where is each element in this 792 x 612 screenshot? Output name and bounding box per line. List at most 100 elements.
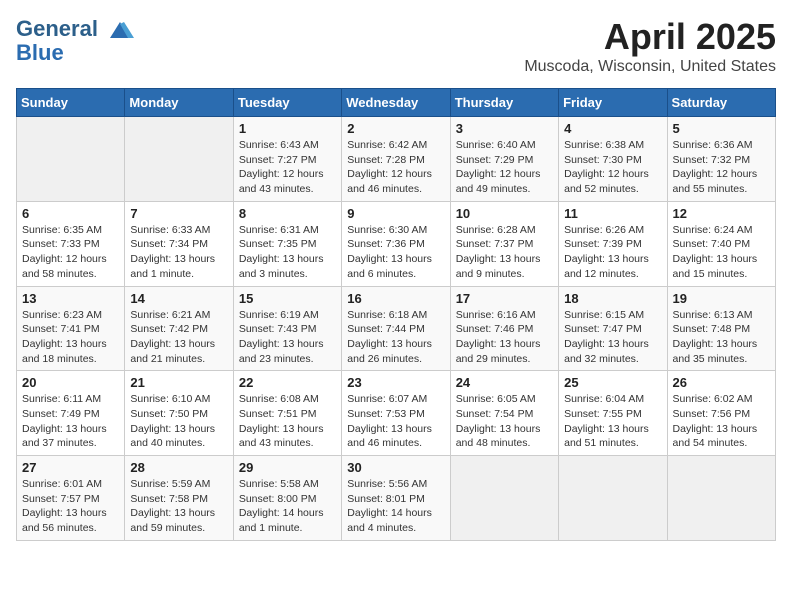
calendar-cell: 18 Sunrise: 6:15 AM Sunset: 7:47 PM Dayli… (559, 286, 667, 371)
day-info: Sunrise: 6:13 AM Sunset: 7:48 PM Dayligh… (673, 308, 770, 367)
day-number: 23 (347, 375, 444, 390)
day-info: Sunrise: 6:24 AM Sunset: 7:40 PM Dayligh… (673, 223, 770, 282)
calendar-cell: 5 Sunrise: 6:36 AM Sunset: 7:32 PM Daylig… (667, 117, 775, 202)
calendar-cell: 8 Sunrise: 6:31 AM Sunset: 7:35 PM Daylig… (233, 201, 341, 286)
day-info: Sunrise: 6:42 AM Sunset: 7:28 PM Dayligh… (347, 138, 444, 197)
day-number: 24 (456, 375, 553, 390)
calendar-cell: 26 Sunrise: 6:02 AM Sunset: 7:56 PM Dayli… (667, 371, 775, 456)
day-number: 19 (673, 291, 770, 306)
calendar-cell: 17Sunrise: 6:16 AM Sunset: 7:46 PM Dayli… (450, 286, 558, 371)
day-info: Sunrise: 6:36 AM Sunset: 7:32 PM Dayligh… (673, 138, 770, 197)
calendar-cell: 12 Sunrise: 6:24 AM Sunset: 7:40 PM Dayli… (667, 201, 775, 286)
day-number: 5 (673, 121, 770, 136)
calendar-cell: 29 Sunrise: 5:58 AM Sunset: 8:00 PM Dayli… (233, 456, 341, 541)
day-info: Sunrise: 6:05 AM Sunset: 7:54 PM Dayligh… (456, 392, 553, 451)
day-info: Sunrise: 6:18 AM Sunset: 7:44 PM Dayligh… (347, 308, 444, 367)
calendar-cell: 22 Sunrise: 6:08 AM Sunset: 7:51 PM Dayli… (233, 371, 341, 456)
day-info: Sunrise: 6:02 AM Sunset: 7:56 PM Dayligh… (673, 392, 770, 451)
day-number: 25 (564, 375, 661, 390)
day-number: 14 (130, 291, 227, 306)
day-number: 27 (22, 460, 119, 475)
calendar-cell: 19 Sunrise: 6:13 AM Sunset: 7:48 PM Dayli… (667, 286, 775, 371)
calendar-cell: 3 Sunrise: 6:40 AM Sunset: 7:29 PM Daylig… (450, 117, 558, 202)
calendar-cell: 15 Sunrise: 6:19 AM Sunset: 7:43 PM Dayli… (233, 286, 341, 371)
day-info: Sunrise: 5:58 AM Sunset: 8:00 PM Dayligh… (239, 477, 336, 536)
day-info: Sunrise: 6:04 AM Sunset: 7:55 PM Dayligh… (564, 392, 661, 451)
day-number: 9 (347, 206, 444, 221)
calendar-cell: 4Sunrise: 6:38 AM Sunset: 7:30 PM Daylig… (559, 117, 667, 202)
calendar-cell: 6 Sunrise: 6:35 AM Sunset: 7:33 PM Daylig… (17, 201, 125, 286)
day-number: 16 (347, 291, 444, 306)
calendar-cell (17, 117, 125, 202)
day-info: Sunrise: 6:21 AM Sunset: 7:42 PM Dayligh… (130, 308, 227, 367)
calendar-cell (450, 456, 558, 541)
day-info: Sunrise: 6:19 AM Sunset: 7:43 PM Dayligh… (239, 308, 336, 367)
day-number: 7 (130, 206, 227, 221)
day-number: 3 (456, 121, 553, 136)
day-info: Sunrise: 6:07 AM Sunset: 7:53 PM Dayligh… (347, 392, 444, 451)
calendar-cell: 1 Sunrise: 6:43 AM Sunset: 7:27 PM Daylig… (233, 117, 341, 202)
day-number: 11 (564, 206, 661, 221)
day-info: Sunrise: 6:01 AM Sunset: 7:57 PM Dayligh… (22, 477, 119, 536)
day-number: 20 (22, 375, 119, 390)
calendar-cell: 14 Sunrise: 6:21 AM Sunset: 7:42 PM Dayli… (125, 286, 233, 371)
day-info: Sunrise: 6:15 AM Sunset: 7:47 PM Dayligh… (564, 308, 661, 367)
calendar-cell: 25 Sunrise: 6:04 AM Sunset: 7:55 PM Dayli… (559, 371, 667, 456)
day-number: 2 (347, 121, 444, 136)
day-number: 15 (239, 291, 336, 306)
day-info: Sunrise: 6:30 AM Sunset: 7:36 PM Dayligh… (347, 223, 444, 282)
day-number: 6 (22, 206, 119, 221)
calendar-cell: 9 Sunrise: 6:30 AM Sunset: 7:36 PM Daylig… (342, 201, 450, 286)
location-title: Muscoda, Wisconsin, United States (524, 58, 776, 76)
day-info: Sunrise: 6:31 AM Sunset: 7:35 PM Dayligh… (239, 223, 336, 282)
day-number: 30 (347, 460, 444, 475)
day-number: 21 (130, 375, 227, 390)
day-number: 17 (456, 291, 553, 306)
calendar-cell: 2 Sunrise: 6:42 AM Sunset: 7:28 PM Daylig… (342, 117, 450, 202)
day-info: Sunrise: 6:28 AM Sunset: 7:37 PM Dayligh… (456, 223, 553, 282)
weekday-header-thursday: Thursday (450, 89, 558, 117)
day-info: Sunrise: 6:43 AM Sunset: 7:27 PM Dayligh… (239, 138, 336, 197)
weekday-header-sunday: Sunday (17, 89, 125, 117)
day-number: 1 (239, 121, 336, 136)
calendar-cell: 11Sunrise: 6:26 AM Sunset: 7:39 PM Dayli… (559, 201, 667, 286)
day-info: Sunrise: 6:40 AM Sunset: 7:29 PM Dayligh… (456, 138, 553, 197)
calendar-cell (125, 117, 233, 202)
day-info: Sunrise: 6:38 AM Sunset: 7:30 PM Dayligh… (564, 138, 661, 197)
day-number: 29 (239, 460, 336, 475)
day-number: 18 (564, 291, 661, 306)
day-info: Sunrise: 6:35 AM Sunset: 7:33 PM Dayligh… (22, 223, 119, 282)
day-number: 28 (130, 460, 227, 475)
day-info: Sunrise: 6:10 AM Sunset: 7:50 PM Dayligh… (130, 392, 227, 451)
calendar-cell: 20 Sunrise: 6:11 AM Sunset: 7:49 PM Dayli… (17, 371, 125, 456)
calendar-table: SundayMondayTuesdayWednesdayThursdayFrid… (16, 88, 776, 541)
logo: General Blue (16, 16, 134, 66)
day-info: Sunrise: 6:08 AM Sunset: 7:51 PM Dayligh… (239, 392, 336, 451)
weekday-header-monday: Monday (125, 89, 233, 117)
day-number: 8 (239, 206, 336, 221)
weekday-header-saturday: Saturday (667, 89, 775, 117)
calendar-cell (667, 456, 775, 541)
day-number: 13 (22, 291, 119, 306)
month-title: April 2025 (524, 16, 776, 58)
calendar-cell: 24 Sunrise: 6:05 AM Sunset: 7:54 PM Dayli… (450, 371, 558, 456)
day-number: 22 (239, 375, 336, 390)
calendar-cell: 13 Sunrise: 6:23 AM Sunset: 7:41 PM Dayli… (17, 286, 125, 371)
day-info: Sunrise: 6:11 AM Sunset: 7:49 PM Dayligh… (22, 392, 119, 451)
day-number: 10 (456, 206, 553, 221)
day-info: Sunrise: 5:59 AM Sunset: 7:58 PM Dayligh… (130, 477, 227, 536)
calendar-cell: 16 Sunrise: 6:18 AM Sunset: 7:44 PM Dayli… (342, 286, 450, 371)
weekday-header-tuesday: Tuesday (233, 89, 341, 117)
calendar-cell: 21 Sunrise: 6:10 AM Sunset: 7:50 PM Dayli… (125, 371, 233, 456)
weekday-header-friday: Friday (559, 89, 667, 117)
day-number: 12 (673, 206, 770, 221)
day-info: Sunrise: 6:23 AM Sunset: 7:41 PM Dayligh… (22, 308, 119, 367)
calendar-cell: 28 Sunrise: 5:59 AM Sunset: 7:58 PM Dayli… (125, 456, 233, 541)
day-info: Sunrise: 6:33 AM Sunset: 7:34 PM Dayligh… (130, 223, 227, 282)
calendar-cell: 27 Sunrise: 6:01 AM Sunset: 7:57 PM Dayli… (17, 456, 125, 541)
weekday-header-wednesday: Wednesday (342, 89, 450, 117)
day-number: 26 (673, 375, 770, 390)
calendar-cell: 7 Sunrise: 6:33 AM Sunset: 7:34 PM Daylig… (125, 201, 233, 286)
calendar-cell (559, 456, 667, 541)
page-header: General Blue April 2025 Muscoda, Wiscons… (16, 16, 776, 76)
